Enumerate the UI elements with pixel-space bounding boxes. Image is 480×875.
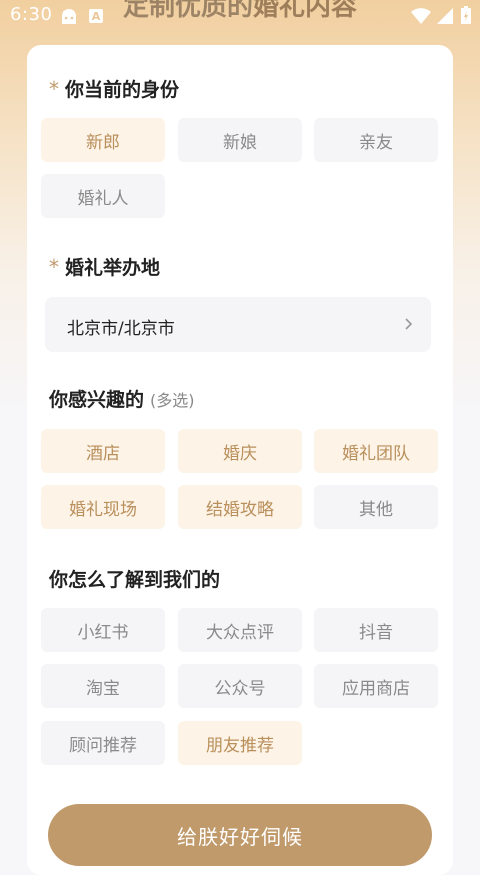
venue-location-value: 北京市/北京市 (67, 319, 175, 339)
source-option-official-account[interactable]: 公众号 (178, 664, 302, 708)
source-option-friend[interactable]: 朋友推荐 (178, 721, 302, 765)
interest-option-wedding-venue[interactable]: 婚礼现场 (41, 485, 165, 529)
status-time: 6:30 (10, 4, 53, 25)
submit-button[interactable]: 给朕好好伺候 (48, 804, 432, 866)
venue-title-text: 婚礼举办地 (65, 257, 161, 279)
notification-badge-text: A (91, 9, 101, 23)
profile-form-card: * 你当前的身份 新郎 新娘 亲友 婚礼人 * 婚礼举办地 北京市/北京市 你感兴趣… (27, 45, 453, 875)
identity-section-title: * 你当前的身份 (49, 75, 179, 102)
source-option-douyin[interactable]: 抖音 (314, 608, 438, 652)
interest-option-other[interactable]: 其他 (314, 485, 438, 529)
interest-option-wedding-planning[interactable]: 婚庆 (178, 429, 302, 473)
venue-section-title: * 婚礼举办地 (49, 253, 160, 280)
interest-option-hotel[interactable]: 酒店 (41, 429, 165, 473)
source-option-xiaohongshu[interactable]: 小红书 (41, 608, 165, 652)
cell-signal-icon (437, 8, 453, 28)
source-option-app-store[interactable]: 应用商店 (314, 664, 438, 708)
identity-title-text: 你当前的身份 (65, 79, 180, 101)
required-mark: * (49, 255, 59, 279)
identity-option-bride[interactable]: 新娘 (178, 118, 302, 162)
identity-option-groom[interactable]: 新郎 (41, 118, 165, 162)
source-option-dianping[interactable]: 大众点评 (178, 608, 302, 652)
interest-option-wedding-guide[interactable]: 结婚攻略 (178, 485, 302, 529)
interest-option-wedding-team[interactable]: 婚礼团队 (314, 429, 438, 473)
wifi-icon (411, 8, 431, 28)
text-notification-icon: A (89, 9, 103, 23)
required-mark: * (49, 77, 59, 101)
source-title-text: 你怎么了解到我们的 (49, 569, 221, 591)
source-option-taobao[interactable]: 淘宝 (41, 664, 165, 708)
venue-location-selector[interactable]: 北京市/北京市 (45, 297, 431, 352)
source-option-consultant[interactable]: 顾问推荐 (41, 721, 165, 765)
source-section-title: 你怎么了解到我们的 (49, 565, 220, 592)
identity-option-relatives[interactable]: 亲友 (314, 118, 438, 162)
interests-title-text: 你感兴趣的 (49, 389, 145, 411)
identity-option-wedding-pro[interactable]: 婚礼人 (41, 174, 165, 218)
android-notification-icon (59, 7, 79, 29)
interests-section-title: 你感兴趣的 (多选) (49, 385, 195, 412)
interests-subtitle: (多选) (150, 391, 195, 410)
status-bar: 6:30 A (0, 0, 480, 32)
chevron-right-icon (405, 318, 413, 330)
battery-icon (461, 6, 471, 28)
